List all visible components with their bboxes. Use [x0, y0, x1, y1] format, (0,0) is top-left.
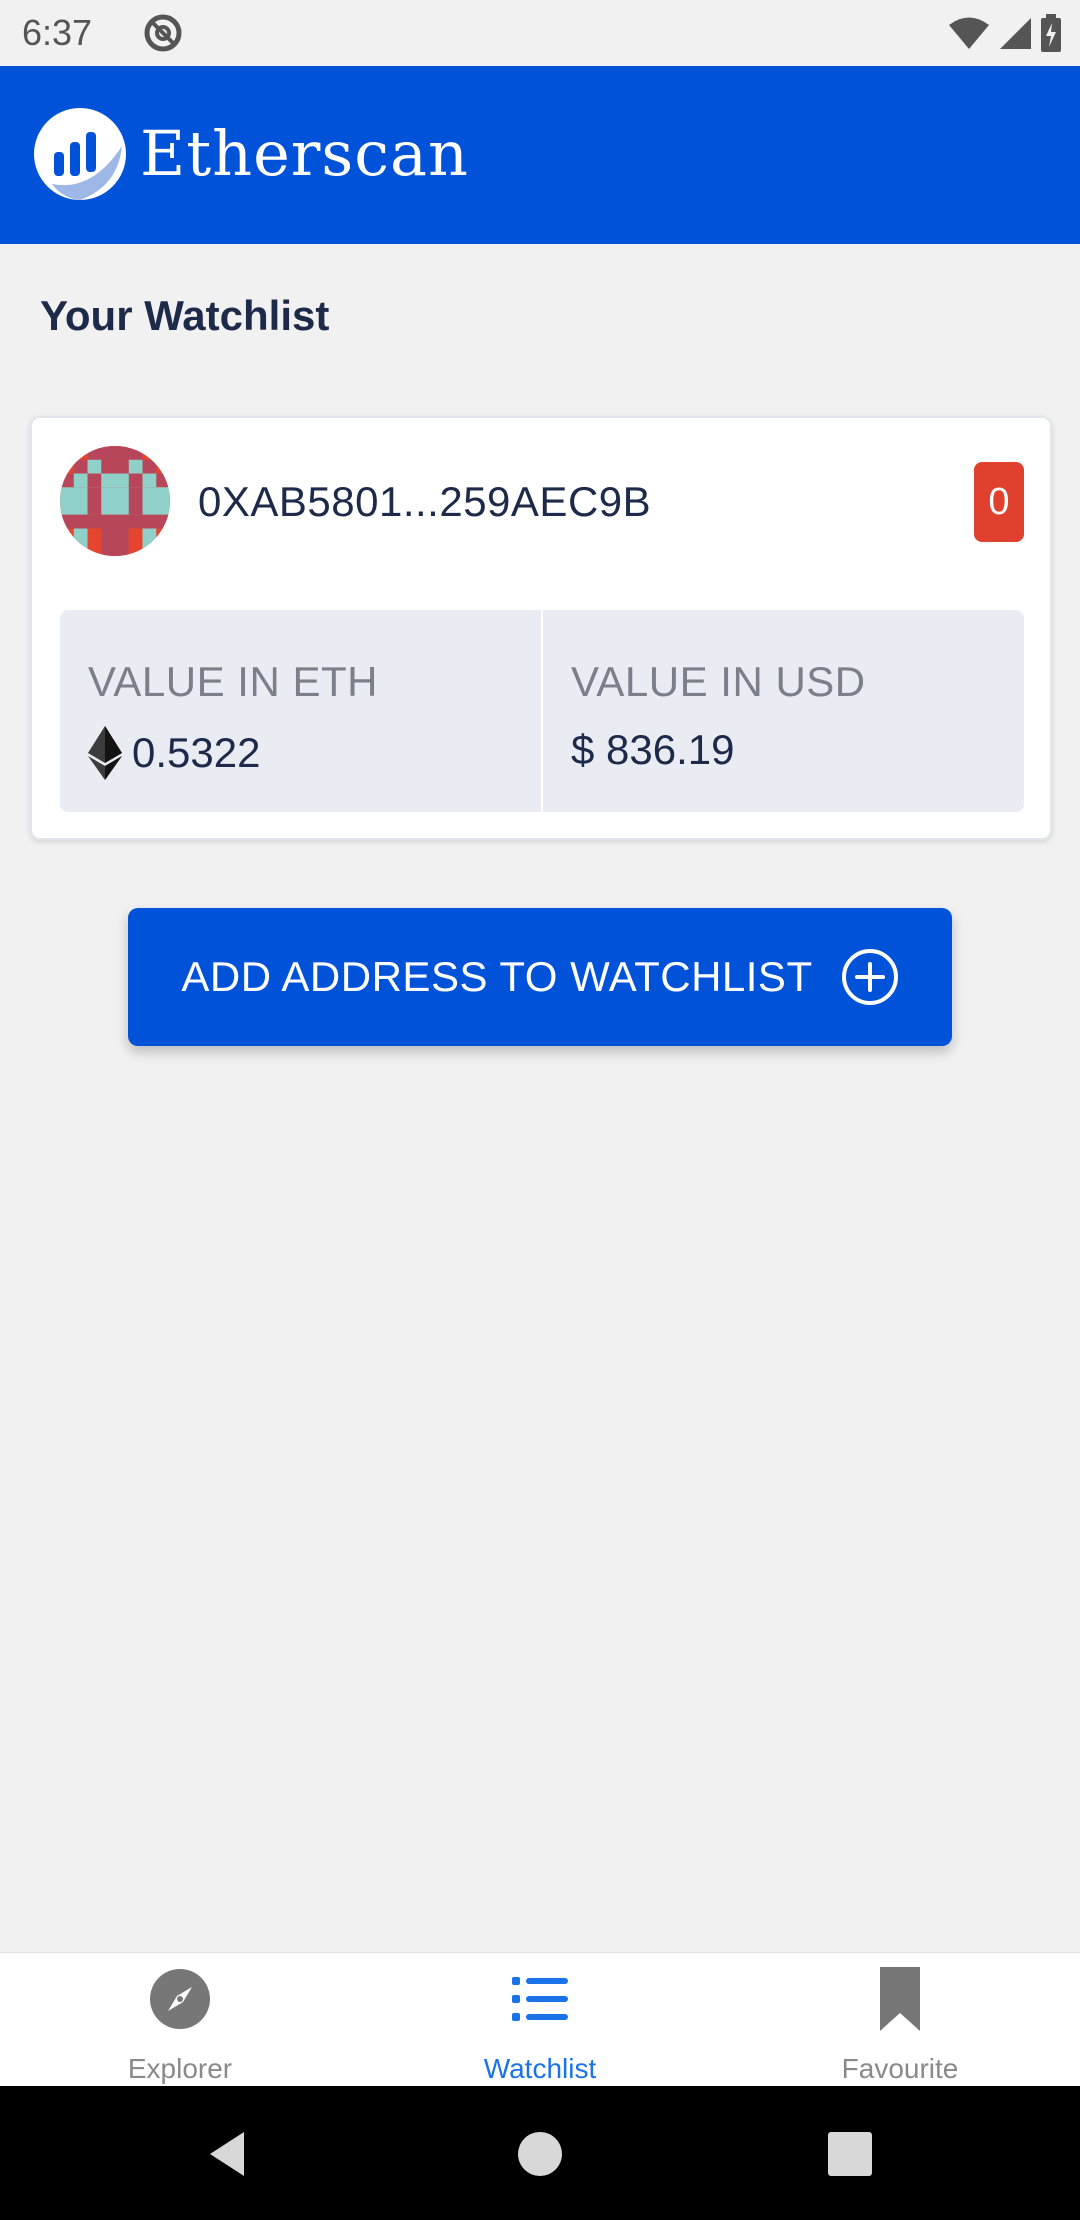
at-sign-icon	[144, 14, 182, 52]
value-usd: $ 836.19	[571, 726, 735, 773]
app-bar: Etherscan	[0, 66, 1080, 244]
value-eth-column: VALUE IN ETH 0.5322	[60, 610, 541, 812]
value-usd-column: VALUE IN USD $ 836.19	[541, 610, 1024, 812]
home-icon[interactable]	[514, 2128, 566, 2180]
system-navigation-bar	[0, 2086, 1080, 2220]
etherscan-logo-icon	[34, 108, 126, 200]
list-icon	[512, 1977, 568, 2021]
add-address-button[interactable]: ADD ADDRESS TO WATCHLIST	[128, 908, 952, 1046]
add-address-label: ADD ADDRESS TO WATCHLIST	[181, 953, 813, 1000]
ethereum-icon	[88, 726, 122, 780]
value-eth-label: VALUE IN ETH	[88, 658, 378, 705]
address-avatar	[60, 446, 170, 556]
watchlist-card[interactable]: 0XAB5801...259AEC9B 0 VALUE IN ETH 0.532…	[30, 416, 1052, 840]
plus-circle-icon	[841, 949, 898, 1005]
page-title: Your Watchlist	[40, 292, 330, 339]
status-icons	[948, 12, 1062, 54]
wallet-address[interactable]: 0XAB5801...259AEC9B	[198, 478, 651, 526]
app-logo-text: Etherscan	[140, 117, 469, 190]
status-bar: 6:37	[0, 0, 1080, 66]
wifi-icon	[949, 17, 989, 49]
bottom-navigation: Explorer Watchlist Favourite	[0, 1952, 1080, 2086]
value-usd-label: VALUE IN USD	[571, 658, 866, 705]
compass-icon	[150, 1969, 210, 2029]
cell-signal-icon	[1000, 18, 1031, 49]
recents-icon[interactable]	[824, 2128, 876, 2180]
values-panel: VALUE IN ETH 0.5322 VALUE IN USD $ 836.1…	[60, 610, 1024, 812]
tab-watchlist-label: Watchlist	[483, 2053, 597, 2084]
tab-favourite[interactable]: Favourite	[720, 1953, 1080, 2086]
value-eth-amount: 0.5322	[88, 726, 260, 780]
tab-explorer[interactable]: Explorer	[0, 1953, 360, 2086]
status-time: 6:37	[22, 12, 93, 53]
value-usd-amount: $ 836.19	[571, 726, 735, 774]
tab-explorer-label: Explorer	[127, 2053, 233, 2084]
back-icon[interactable]	[204, 2128, 256, 2180]
battery-charging-icon	[1041, 14, 1061, 52]
transaction-count-badge: 0	[974, 462, 1024, 542]
bookmark-icon	[880, 1967, 920, 2031]
tab-favourite-label: Favourite	[841, 2053, 959, 2084]
value-eth: 0.5322	[132, 729, 261, 776]
tab-watchlist[interactable]: Watchlist	[360, 1953, 720, 2086]
